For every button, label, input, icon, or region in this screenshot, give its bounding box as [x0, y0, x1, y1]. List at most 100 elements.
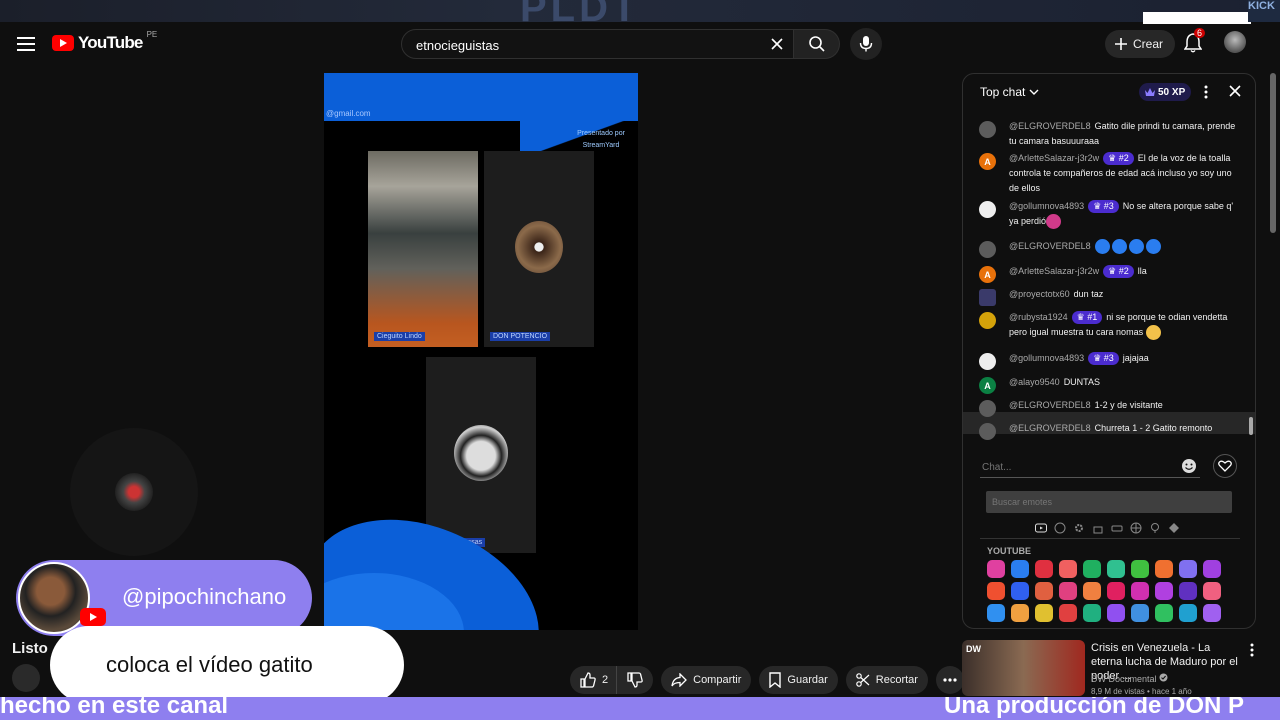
- create-button[interactable]: Crear: [1105, 30, 1176, 58]
- youtube-logo[interactable]: YouTube PE: [52, 29, 158, 53]
- emote-icon[interactable]: [1155, 560, 1173, 578]
- chat-more-icon[interactable]: [1199, 83, 1213, 101]
- emote-icon[interactable]: [1059, 582, 1077, 600]
- share-button[interactable]: Compartir: [661, 666, 752, 694]
- emote-icon[interactable]: [1035, 604, 1053, 622]
- author-name[interactable]: @ELGROVERDEL8: [1009, 241, 1091, 251]
- emote-icon[interactable]: [1011, 582, 1029, 600]
- logo-wordmark: YouTube: [78, 33, 143, 52]
- clip-button[interactable]: Recortar: [845, 666, 928, 694]
- emote-icon[interactable]: [1107, 604, 1125, 622]
- author-name[interactable]: @ArletteSalazar-j3r2w: [1009, 266, 1099, 276]
- like-button[interactable]: 2: [570, 666, 617, 694]
- emote-icon[interactable]: [1131, 560, 1149, 578]
- notifications-button[interactable]: 6: [1180, 28, 1206, 56]
- emote-icon[interactable]: [1179, 604, 1197, 622]
- author-avatar[interactable]: [979, 121, 996, 138]
- voice-search-button[interactable]: [850, 28, 882, 60]
- recommended-channel[interactable]: DW Documental: [1091, 673, 1168, 684]
- emote-icon[interactable]: [1131, 604, 1149, 622]
- stream-logo-image: [115, 473, 153, 511]
- car-category-icon[interactable]: [1111, 521, 1123, 533]
- author-avatar[interactable]: [979, 400, 996, 417]
- smiley-category-icon[interactable]: [1054, 521, 1066, 534]
- emote-icon[interactable]: [1203, 582, 1221, 600]
- page-scrollbar[interactable]: [1270, 73, 1276, 233]
- author-avatar[interactable]: [979, 312, 996, 329]
- save-button[interactable]: Guardar: [759, 666, 838, 694]
- author-name[interactable]: @ELGROVERDEL8: [1009, 423, 1091, 433]
- emote-icon[interactable]: [1059, 604, 1077, 622]
- chat-scrollbar[interactable]: [1249, 417, 1253, 435]
- emoji-icon: [1145, 325, 1161, 341]
- diamond-category-icon[interactable]: [1168, 521, 1180, 533]
- youtube-category-icon[interactable]: [1035, 521, 1047, 533]
- emote-icon[interactable]: [1035, 582, 1053, 600]
- emote-icon[interactable]: [987, 604, 1005, 622]
- gear-category-icon[interactable]: [1073, 521, 1085, 533]
- search-button[interactable]: [794, 29, 840, 59]
- author-avatar[interactable]: [979, 241, 996, 258]
- chat-message: @gollumnova4893 ♛ #3 No se altera porque s…: [979, 199, 1239, 230]
- menu-icon[interactable]: [12, 30, 40, 58]
- emote-icon[interactable]: [987, 582, 1005, 600]
- emote-icon[interactable]: [1107, 582, 1125, 600]
- emote-icon[interactable]: [1035, 560, 1053, 578]
- emote-icon[interactable]: [1107, 560, 1125, 578]
- author-name[interactable]: @ArletteSalazar-j3r2w: [1009, 153, 1099, 163]
- emote-icon[interactable]: [1083, 560, 1101, 578]
- author-name[interactable]: @alayo9540: [1009, 377, 1060, 387]
- emote-icon[interactable]: [1011, 604, 1029, 622]
- emoji-picker-icon[interactable]: [1181, 458, 1197, 474]
- dislike-button[interactable]: [616, 666, 654, 694]
- emote-icon[interactable]: [1155, 582, 1173, 600]
- more-actions-button[interactable]: [935, 666, 964, 694]
- cake-category-icon[interactable]: [1092, 521, 1104, 534]
- search-input[interactable]: [414, 35, 758, 55]
- emote-icon[interactable]: [1155, 604, 1173, 622]
- video-player[interactable]: @gmail.com Presentado por StreamYard Cie…: [324, 73, 638, 630]
- chat-input[interactable]: [980, 457, 1204, 477]
- emote-icon[interactable]: [1083, 604, 1101, 622]
- emote-icon[interactable]: [1203, 560, 1221, 578]
- emote-search-input[interactable]: [986, 491, 1232, 513]
- ball-category-icon[interactable]: [1130, 521, 1142, 534]
- emote-icon[interactable]: [987, 560, 1005, 578]
- recommended-thumbnail[interactable]: DW: [962, 640, 1085, 696]
- recommended-video[interactable]: DW Crisis en Venezuela - La eterna lucha…: [962, 640, 1262, 700]
- bulb-category-icon[interactable]: [1149, 521, 1161, 533]
- country-code: PE: [146, 29, 158, 39]
- account-avatar[interactable]: [1224, 31, 1246, 53]
- emote-icon[interactable]: [1011, 560, 1029, 578]
- author-name[interactable]: @ELGROVERDEL8: [1009, 400, 1091, 410]
- author-avatar[interactable]: [979, 201, 996, 218]
- author-name[interactable]: @gollumnova4893: [1009, 201, 1084, 211]
- author-avatar[interactable]: [979, 423, 996, 440]
- author-avatar[interactable]: A: [979, 153, 996, 170]
- author-name[interactable]: @rubysta1924: [1009, 312, 1068, 322]
- chat-overlay-author: @pipochinchano: [16, 560, 312, 636]
- stream-overlay-strip: PLDT KICK: [0, 0, 1280, 30]
- emote-icon[interactable]: [1179, 582, 1197, 600]
- emote-icon[interactable]: [1203, 604, 1221, 622]
- channel-avatar[interactable]: [12, 664, 40, 692]
- clear-search-icon[interactable]: [765, 32, 789, 56]
- author-avatar[interactable]: [979, 353, 996, 370]
- ticker-text-left: hecho en este canal: [0, 697, 229, 719]
- author-avatar[interactable]: A: [979, 266, 996, 283]
- xp-badge[interactable]: 50 XP: [1139, 83, 1192, 101]
- author-avatar[interactable]: [979, 289, 996, 306]
- author-name[interactable]: @ELGROVERDEL8: [1009, 121, 1091, 131]
- author-name[interactable]: @proyectotx60: [1009, 289, 1070, 299]
- author-avatar[interactable]: A: [979, 377, 996, 394]
- chat-message: @proyectotx60 dun taz: [979, 287, 1239, 306]
- author-name[interactable]: @gollumnova4893: [1009, 353, 1084, 363]
- recommended-more-icon[interactable]: [1249, 643, 1255, 657]
- chat-mode-selector[interactable]: Top chat: [980, 85, 1039, 99]
- emote-icon[interactable]: [1059, 560, 1077, 578]
- emote-icon[interactable]: [1131, 582, 1149, 600]
- emote-icon[interactable]: [1179, 560, 1197, 578]
- close-chat-icon[interactable]: [1225, 81, 1245, 101]
- heart-icon[interactable]: [1213, 454, 1237, 478]
- emote-icon[interactable]: [1083, 582, 1101, 600]
